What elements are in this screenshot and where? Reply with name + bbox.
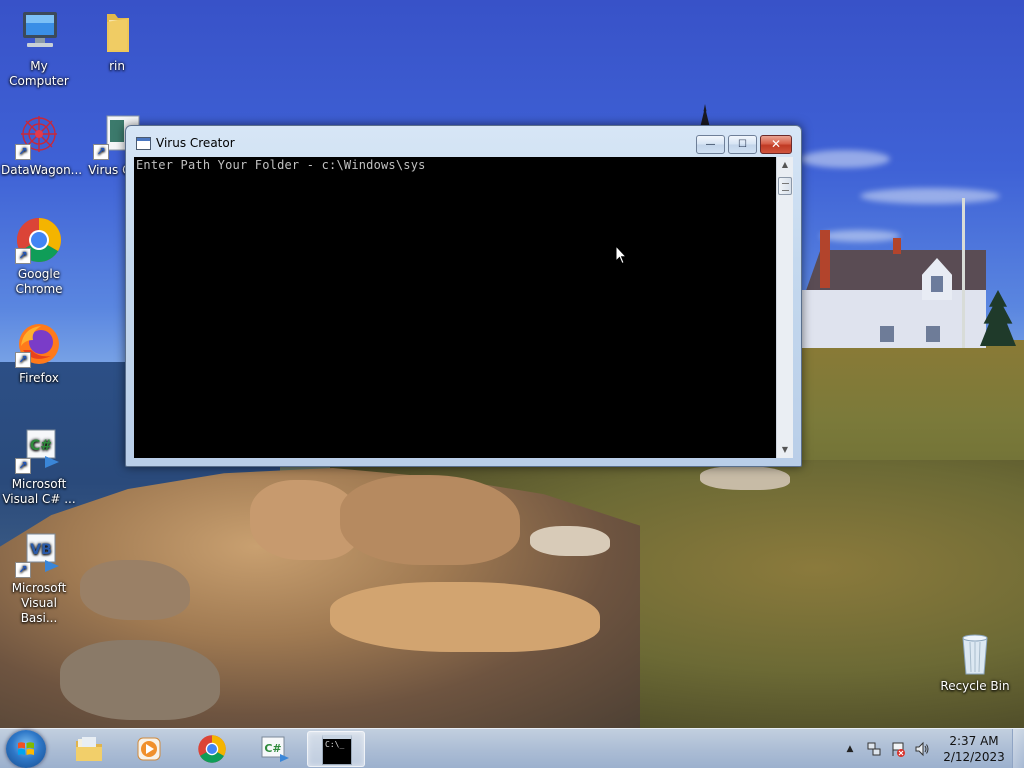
desktop-icon-my-computer[interactable]: My Computer — [1, 8, 77, 89]
desktop-icon-label: Microsoft Visual Basi... — [11, 581, 67, 625]
window-title: Virus Creator — [156, 136, 235, 150]
desktop-icon-label: rin — [109, 59, 125, 73]
window-titlebar[interactable]: Virus Creator — ☐ ✕ — [126, 126, 801, 156]
google-chrome-icon — [198, 735, 226, 763]
firefox-icon: ↗ — [15, 320, 63, 368]
action-center-flag-icon[interactable] — [890, 741, 906, 757]
start-button[interactable] — [6, 730, 46, 768]
taskbar-google-chrome[interactable] — [183, 731, 241, 767]
datawagon-icon: ↗ — [15, 112, 63, 160]
mouse-cursor-icon — [615, 244, 628, 265]
show-hidden-icons-arrow[interactable]: ▲ — [842, 741, 858, 757]
vertical-scrollbar[interactable]: ▲ ▼ — [776, 157, 793, 458]
volume-icon[interactable] — [914, 741, 930, 757]
command-prompt-icon-label: C:\_ — [325, 740, 345, 749]
taskbar: C# C:\_ ▲ 2:37 AM 2/12/2023 — [0, 728, 1024, 768]
console-output[interactable]: Enter Path Your Folder - c:\Windows\sys — [134, 157, 776, 458]
svg-text:C#: C# — [264, 742, 281, 755]
visual-csharp-icon: C# — [261, 736, 289, 762]
scrollbar-thumb[interactable] — [778, 177, 792, 195]
console-prompt-text: Enter Path Your Folder - c:\Windows\sys — [136, 158, 426, 172]
desktop-icon-google-chrome[interactable]: ↗ Google Chrome — [1, 216, 77, 297]
shortcut-arrow-icon: ↗ — [15, 248, 31, 264]
maximize-button[interactable]: ☐ — [728, 135, 757, 154]
shortcut-arrow-icon: ↗ — [15, 352, 31, 368]
desktop-icon-firefox[interactable]: ↗ Firefox — [1, 320, 77, 386]
desktop-icon-rin-folder[interactable]: rin — [79, 8, 155, 74]
scroll-down-arrow-icon[interactable]: ▼ — [777, 442, 793, 458]
taskbar-file-explorer[interactable] — [60, 731, 118, 767]
virus-creator-window[interactable]: Virus Creator — ☐ ✕ Enter Path Your Fold… — [125, 125, 802, 467]
taskbar-command-prompt[interactable]: C:\_ — [307, 731, 365, 767]
google-chrome-icon: ↗ — [15, 216, 63, 264]
shortcut-arrow-icon: ↗ — [15, 458, 31, 474]
shortcut-arrow-icon: ↗ — [15, 562, 31, 578]
network-icon[interactable] — [866, 741, 882, 757]
svg-text:C#: C# — [30, 438, 52, 454]
folder-icon — [93, 8, 141, 56]
recycle-bin-icon — [951, 628, 999, 676]
minimize-button[interactable]: — — [696, 135, 725, 154]
clock-date: 2/12/2023 — [943, 750, 1005, 764]
file-explorer-icon — [76, 737, 102, 761]
clock-time: 2:37 AM — [949, 734, 999, 748]
desktop-icon-datawagon[interactable]: ↗ DataWagon... — [1, 112, 83, 178]
show-desktop-button[interactable] — [1012, 729, 1024, 768]
shortcut-arrow-icon: ↗ — [93, 144, 109, 160]
media-player-icon — [137, 737, 161, 761]
desktop-icon-label: My Computer — [9, 59, 69, 88]
desktop-icon-label: Google Chrome — [15, 267, 63, 296]
desktop-icon-label: Microsoft Visual C# ... — [2, 477, 76, 506]
visual-basic-icon: VB ↗ — [15, 530, 63, 578]
desktop-icon-visual-basic[interactable]: VB ↗ Microsoft Visual Basi... — [1, 530, 77, 626]
desktop-icon-label: DataWagon... — [1, 163, 83, 177]
my-computer-icon — [15, 8, 63, 56]
taskbar-media-player[interactable] — [120, 731, 178, 767]
console-window-icon — [136, 137, 151, 150]
desktop-icon-visual-csharp[interactable]: C# ↗ Microsoft Visual C# ... — [1, 426, 77, 507]
scroll-up-arrow-icon[interactable]: ▲ — [777, 157, 793, 173]
command-prompt-icon: C:\_ — [322, 735, 352, 765]
visual-csharp-icon: C# ↗ — [15, 426, 63, 474]
taskbar-visual-csharp[interactable]: C# — [246, 731, 304, 767]
shortcut-arrow-icon: ↗ — [15, 144, 31, 160]
windows-logo-icon — [18, 742, 34, 755]
desktop-icon-recycle-bin[interactable]: Recycle Bin — [937, 628, 1013, 694]
taskbar-clock[interactable]: 2:37 AM 2/12/2023 — [940, 733, 1008, 765]
close-button[interactable]: ✕ — [760, 135, 792, 154]
desktop-icon-label: Recycle Bin — [940, 679, 1010, 693]
desktop-icon-label: Firefox — [19, 371, 59, 385]
svg-text:VB: VB — [30, 542, 52, 558]
